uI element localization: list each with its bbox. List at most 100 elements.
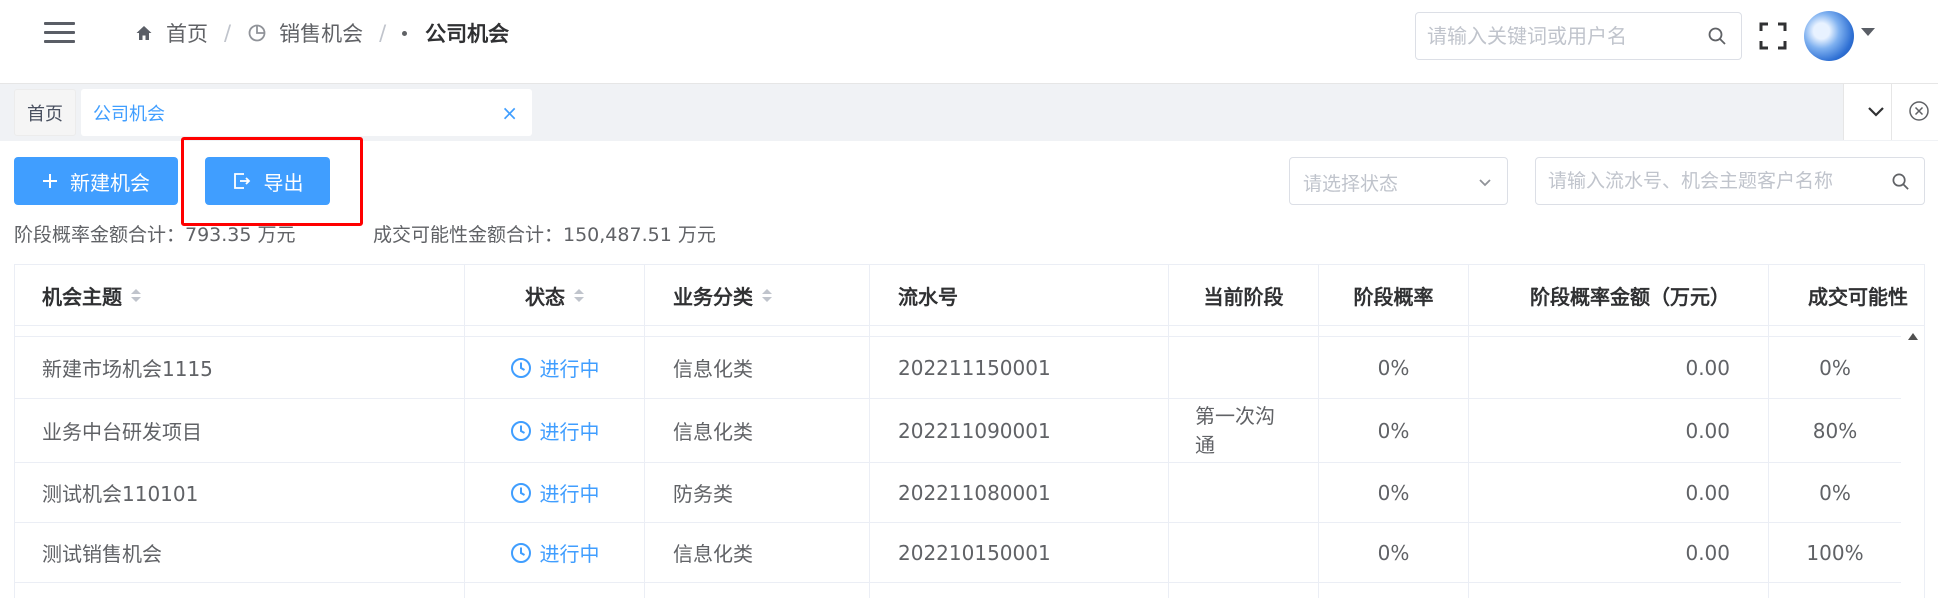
cell-category: 防务类 bbox=[645, 463, 870, 522]
cell-status: 进行中 bbox=[465, 337, 645, 398]
top-navbar: 首页 / 销售机会 / 公司机会 bbox=[0, 0, 1938, 83]
breadcrumb-home-label: 首页 bbox=[166, 22, 208, 46]
search-icon[interactable] bbox=[1707, 26, 1727, 46]
home-icon bbox=[136, 26, 152, 40]
stage-amount-summary: 阶段概率金额合计：793.35 万元 bbox=[14, 224, 296, 246]
chevron-down-icon[interactable] bbox=[1866, 101, 1886, 121]
clock-icon bbox=[510, 542, 531, 563]
column-header-stage-amount: 阶段概率金额（万元） bbox=[1469, 265, 1769, 325]
cell-probability: 0% bbox=[1319, 399, 1469, 462]
breadcrumb-home[interactable]: 首页 bbox=[134, 18, 208, 48]
chevron-down-icon bbox=[1479, 179, 1491, 187]
divider bbox=[1891, 84, 1892, 140]
column-header-probability: 阶段概率 bbox=[1319, 265, 1469, 325]
sort-icon[interactable] bbox=[762, 288, 772, 302]
create-button-label: 新建机会 bbox=[70, 170, 150, 195]
cell-stage-amount: 0.00 bbox=[1469, 523, 1769, 582]
status-label: 进行中 bbox=[539, 542, 600, 566]
table-body: 新建市场机会1115 进行中 信息化类 202211150001 0% 0.00… bbox=[15, 326, 1901, 598]
cell-probability: 0% bbox=[1319, 337, 1469, 398]
cell-category: 信息化类 bbox=[645, 337, 870, 398]
tag-company-opportunity[interactable]: 公司机会 × bbox=[81, 89, 532, 136]
table-header: 机会主题 状态 业务分类 流水号 当前阶段 阶段概率 阶段概率金额（万元） 成交… bbox=[15, 265, 1924, 326]
table-row[interactable]: 业务中台研发项目 进行中 信息化类 202211090001 第一次沟通 0% … bbox=[15, 399, 1901, 463]
cell-status: 进行中 bbox=[465, 523, 645, 582]
export-icon bbox=[233, 173, 250, 189]
pie-chart-icon bbox=[248, 24, 266, 42]
cell-stage-amount: 0.00 bbox=[1469, 337, 1769, 398]
cell-stage-amount: 0.00 bbox=[1469, 463, 1769, 522]
list-search-input[interactable] bbox=[1548, 158, 1878, 204]
scroll-up-icon[interactable] bbox=[1908, 333, 1918, 340]
column-header-serial: 流水号 bbox=[870, 265, 1169, 325]
tag-home-label: 首页 bbox=[27, 103, 63, 125]
search-icon[interactable] bbox=[1891, 172, 1910, 191]
create-opportunity-button[interactable]: 新建机会 bbox=[14, 157, 178, 205]
close-icon[interactable]: × bbox=[501, 101, 518, 125]
opportunity-table: 机会主题 状态 业务分类 流水号 当前阶段 阶段概率 阶段概率金额（万元） 成交… bbox=[14, 264, 1925, 598]
cell-category: 信息化类 bbox=[645, 523, 870, 582]
breadcrumb-current-label: 公司机会 bbox=[425, 22, 510, 46]
cell-subject: 测试销售机会 bbox=[15, 523, 465, 582]
column-header-label: 机会主题 bbox=[42, 284, 122, 309]
column-header-label: 流水号 bbox=[898, 284, 958, 309]
hamburger-icon[interactable] bbox=[44, 22, 75, 44]
header-search bbox=[1415, 12, 1742, 60]
column-header-label: 阶段概率金额（万元） bbox=[1530, 284, 1730, 309]
clock-icon bbox=[510, 482, 531, 503]
table-scrollbar[interactable] bbox=[1901, 326, 1924, 598]
status-select[interactable]: 请选择状态 bbox=[1289, 157, 1508, 205]
clock-icon bbox=[510, 420, 531, 441]
breadcrumb-parent-label: 销售机会 bbox=[279, 22, 364, 46]
cell-stage bbox=[1169, 463, 1319, 522]
cell-status: 进行中 bbox=[465, 463, 645, 522]
column-header-label: 状态 bbox=[525, 284, 565, 309]
cell-stage: 第一次沟通 bbox=[1169, 399, 1319, 462]
fullscreen-icon[interactable] bbox=[1759, 22, 1787, 50]
cell-possibility: 0% bbox=[1819, 480, 1851, 505]
status-label: 进行中 bbox=[539, 357, 600, 381]
tag-home[interactable]: 首页 bbox=[14, 89, 76, 136]
header-search-input[interactable] bbox=[1427, 13, 1697, 59]
export-button[interactable]: 导出 bbox=[205, 157, 330, 205]
table-row[interactable]: 测试机会110101 进行中 防务类 202211080001 0% 0.00 … bbox=[15, 463, 1901, 523]
table-row bbox=[15, 583, 1901, 598]
caret-down-icon[interactable] bbox=[1861, 28, 1875, 36]
cell-possibility: 0% bbox=[1819, 355, 1851, 380]
close-circle-icon[interactable] bbox=[1908, 100, 1930, 122]
cell-stage-amount: 0.00 bbox=[1469, 399, 1769, 462]
column-header-subject[interactable]: 机会主题 bbox=[15, 265, 465, 325]
avatar[interactable] bbox=[1804, 11, 1854, 61]
cell-serial: 202211080001 bbox=[870, 463, 1169, 522]
table-row[interactable]: 测试销售机会 进行中 信息化类 202210150001 0% 0.00 100… bbox=[15, 523, 1901, 583]
cell-serial: 202211090001 bbox=[870, 399, 1169, 462]
cell-possibility: 80% bbox=[1812, 418, 1858, 443]
sort-icon[interactable] bbox=[131, 288, 141, 302]
sort-icon[interactable] bbox=[574, 288, 584, 302]
cell-serial: 202210150001 bbox=[870, 523, 1169, 582]
cell-stage bbox=[1169, 523, 1319, 582]
breadcrumb-current: 公司机会 bbox=[402, 18, 509, 48]
status-label: 进行中 bbox=[539, 482, 600, 506]
column-header-label: 业务分类 bbox=[673, 284, 753, 309]
table-row[interactable]: 新建市场机会1115 进行中 信息化类 202211150001 0% 0.00… bbox=[15, 337, 1901, 399]
cell-probability: 0% bbox=[1319, 523, 1469, 582]
cell-stage bbox=[1169, 337, 1319, 398]
status-label: 进行中 bbox=[539, 420, 600, 444]
cell-serial: 202211150001 bbox=[870, 337, 1169, 398]
cell-status: 进行中 bbox=[465, 399, 645, 462]
column-header-category[interactable]: 业务分类 bbox=[645, 265, 870, 325]
breadcrumb: 首页 / 销售机会 / 公司机会 bbox=[134, 18, 509, 48]
cell-subject: 新建市场机会1115 bbox=[15, 337, 465, 398]
breadcrumb-separator: / bbox=[224, 21, 232, 45]
tags-actions bbox=[1843, 84, 1938, 140]
cell-possibility: 100% bbox=[1806, 540, 1864, 565]
breadcrumb-sales-opportunities[interactable]: 销售机会 bbox=[247, 18, 363, 48]
tags-view-bar: 首页 公司机会 × bbox=[0, 83, 1938, 141]
cell-subject: 测试机会110101 bbox=[15, 463, 465, 522]
breadcrumb-separator: / bbox=[379, 21, 387, 45]
column-header-stage: 当前阶段 bbox=[1169, 265, 1319, 325]
cell-category: 信息化类 bbox=[645, 399, 870, 462]
list-search bbox=[1535, 157, 1925, 205]
column-header-status[interactable]: 状态 bbox=[465, 265, 645, 325]
